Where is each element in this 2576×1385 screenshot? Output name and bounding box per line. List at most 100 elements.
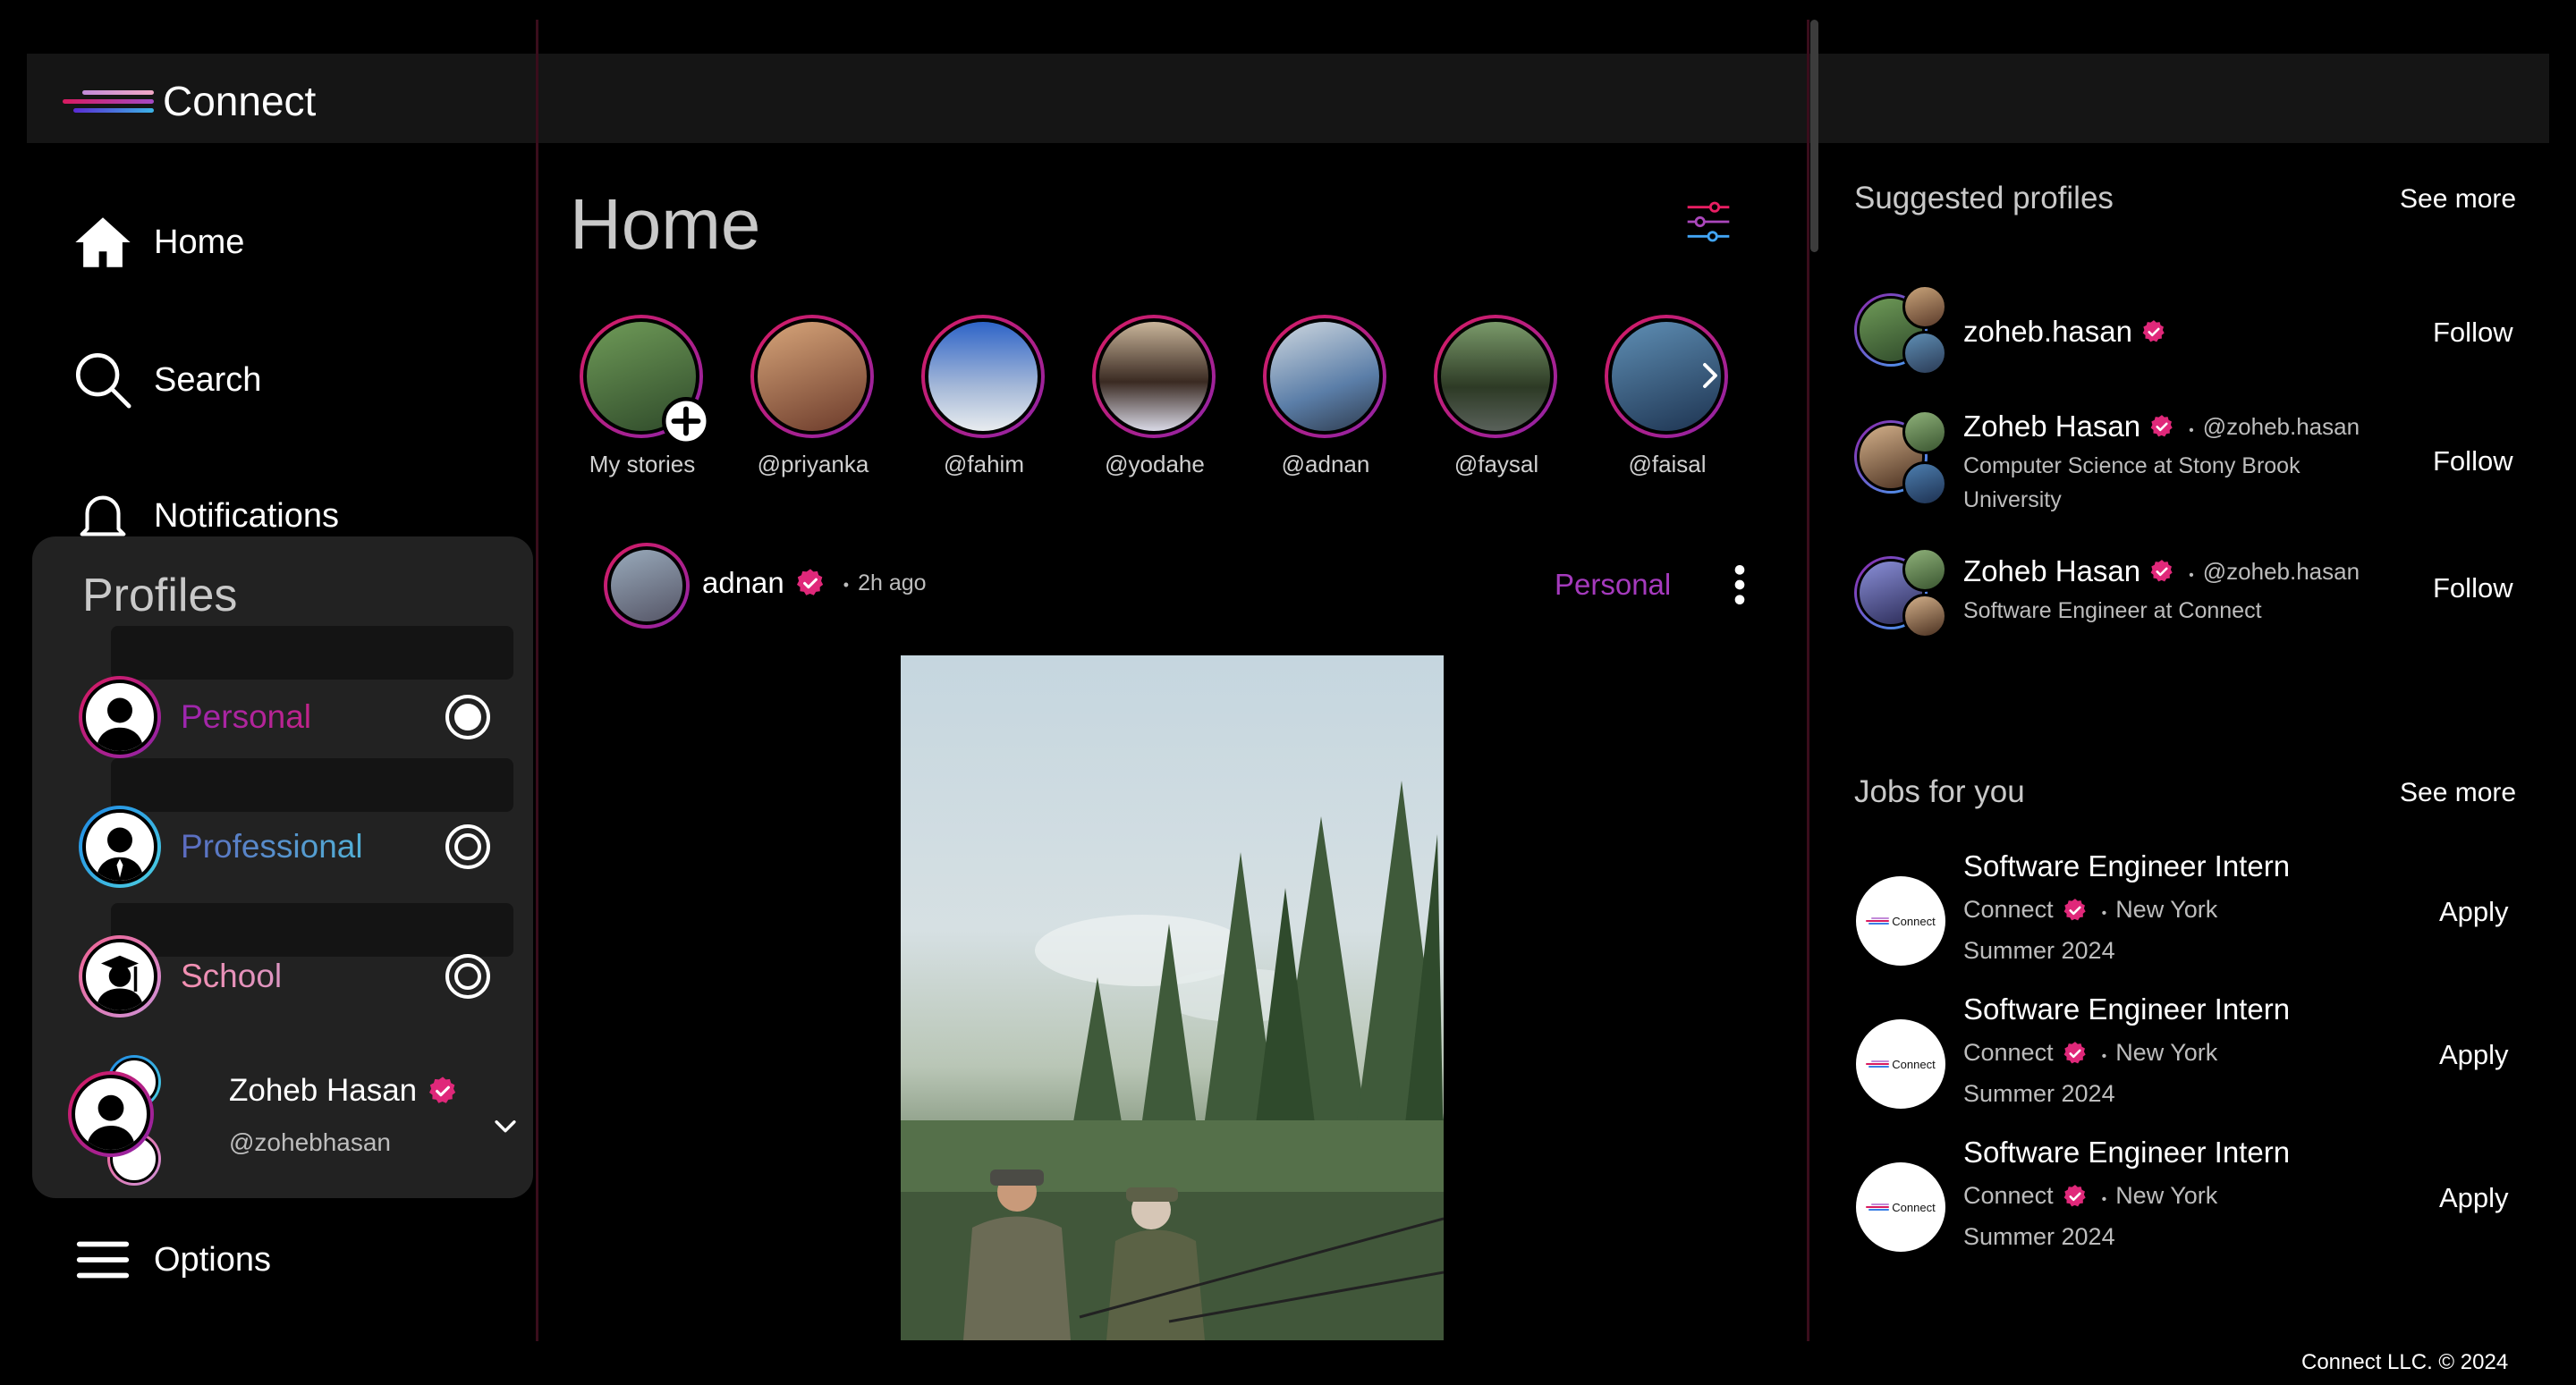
story-item[interactable]: @yodahe — [1092, 315, 1217, 478]
nav-home-label: Home — [154, 223, 245, 261]
profile-option-professional[interactable]: Professional — [79, 802, 490, 891]
verified-icon — [2149, 559, 2174, 584]
story-avatar — [750, 315, 874, 438]
apply-button[interactable]: Apply — [2439, 896, 2509, 928]
verified-icon — [2063, 898, 2088, 923]
story-handle: My stories — [589, 451, 696, 477]
suggested-profile-row[interactable]: zoheb.hasan Follow — [1854, 284, 2516, 383]
main-scrollbar[interactable] — [1810, 20, 1818, 252]
personal-avatar-icon — [79, 676, 161, 758]
profile-label: Personal — [181, 698, 445, 736]
right-divider — [1807, 20, 1809, 1341]
suggested-name: zoheb.hasan — [1963, 315, 2166, 349]
chevron-right-icon[interactable] — [1694, 358, 1726, 393]
follow-button[interactable]: Follow — [2433, 317, 2513, 349]
suggested-profile-row[interactable]: Zoheb Hasan @zoheb.hasan Software Engine… — [1854, 547, 2516, 646]
app-logo[interactable]: Connect — [63, 77, 316, 125]
chevron-down-icon[interactable] — [490, 1111, 521, 1141]
suggested-avatar — [1854, 547, 1953, 646]
suggested-profile-row[interactable]: Zoheb Hasan @zoheb.hasan Computer Scienc… — [1854, 410, 2516, 526]
more-options-icon[interactable] — [1731, 562, 1749, 607]
obscured-nav-item — [111, 626, 513, 680]
story-item[interactable]: @faysal — [1434, 315, 1559, 478]
suggested-subtitle: Computer Science at Stony Brook Universi… — [1963, 453, 2301, 512]
company-logo: Connect — [1856, 876, 1945, 966]
radio-unselected[interactable] — [445, 824, 490, 869]
logo-mark-icon — [63, 83, 154, 119]
footer-copyright: Connect LLC. © 2024 — [2301, 1350, 2509, 1374]
story-item[interactable]: @priyanka — [750, 315, 876, 478]
profile-option-school[interactable]: School — [79, 932, 490, 1021]
post-author[interactable]: adnan 2h ago — [702, 566, 927, 600]
story-handle: @priyanka — [757, 451, 869, 477]
suggested-avatar — [1854, 410, 1953, 508]
suggested-avatar — [1854, 284, 1953, 383]
profiles-title: Profiles — [82, 570, 238, 621]
user-handle: @zohebhasan — [229, 1128, 392, 1156]
post-header: adnan 2h ago Personal — [604, 541, 1767, 630]
post-time: 2h ago — [843, 570, 926, 596]
post-avatar[interactable] — [604, 543, 690, 629]
nav-search[interactable]: Search — [72, 349, 261, 411]
story-handle: @faysal — [1453, 451, 1539, 477]
current-user[interactable]: Zoheb Hasan @zohebhasan — [68, 1055, 516, 1186]
post-image[interactable] — [901, 655, 1444, 1340]
story-item[interactable]: @adnan — [1263, 315, 1388, 478]
radio-selected[interactable] — [445, 695, 490, 739]
company-logo: Connect — [1856, 1162, 1945, 1252]
filter-sliders-icon[interactable] — [1683, 197, 1733, 247]
school-avatar-icon — [79, 935, 161, 1018]
profile-option-personal[interactable]: Personal — [79, 672, 490, 762]
suggested-name: Zoheb Hasan @zoheb.hasan — [1963, 554, 2360, 588]
story-item[interactable]: @fahim — [921, 315, 1046, 478]
radio-unselected[interactable] — [445, 954, 490, 999]
job-location: New York — [2102, 1039, 2217, 1067]
suggested-see-more-link[interactable]: See more — [2400, 184, 2516, 215]
job-term: Summer 2024 — [1963, 1223, 2115, 1250]
suggested-handle: @zoheb.hasan — [2189, 558, 2360, 586]
job-row[interactable]: Connect Software Engineer Intern Connect… — [1856, 992, 2518, 1127]
nav-notifications-label: Notifications — [154, 496, 339, 535]
apply-button[interactable]: Apply — [2439, 1182, 2509, 1214]
apply-button[interactable]: Apply — [2439, 1039, 2509, 1071]
user-avatar — [68, 1071, 154, 1157]
story-handle: @fahim — [944, 451, 1024, 477]
verified-icon — [2063, 1041, 2088, 1066]
story-handle: @faisal — [1628, 451, 1707, 477]
job-term: Summer 2024 — [1963, 1080, 2115, 1107]
professional-avatar-icon — [79, 806, 161, 888]
story-handle: @adnan — [1281, 451, 1370, 477]
job-row[interactable]: Connect Software Engineer Intern Connect… — [1856, 849, 2518, 984]
job-term: Summer 2024 — [1963, 937, 2115, 964]
profile-label: Professional — [181, 828, 445, 866]
suggested-name: Zoheb Hasan @zoheb.hasan — [1963, 410, 2360, 443]
job-title: Software Engineer Intern — [1963, 992, 2291, 1026]
user-name: Zoheb Hasan — [229, 1073, 458, 1109]
jobs-title: Jobs for you — [1854, 774, 2025, 809]
story-item[interactable]: @faisal — [1605, 315, 1730, 478]
menu-icon — [76, 1241, 130, 1279]
nav-search-label: Search — [154, 360, 262, 399]
home-icon — [75, 217, 131, 267]
app-name: Connect — [163, 78, 317, 124]
nav-options[interactable]: Options — [72, 1229, 271, 1291]
left-divider — [536, 20, 538, 1341]
story-item-my-stories[interactable]: My stories — [580, 315, 710, 478]
job-location: New York — [2102, 1182, 2217, 1210]
verified-icon — [2141, 319, 2166, 344]
verified-icon — [428, 1076, 458, 1106]
verified-icon — [2063, 1184, 2088, 1209]
job-company: Connect New York — [1963, 1182, 2217, 1210]
job-row[interactable]: Connect Software Engineer Intern Connect… — [1856, 1136, 2518, 1270]
follow-button[interactable]: Follow — [2433, 572, 2513, 604]
add-story-icon[interactable] — [662, 397, 710, 445]
job-company: Connect New York — [1963, 1039, 2217, 1067]
story-handle: @yodahe — [1105, 451, 1205, 477]
follow-button[interactable]: Follow — [2433, 445, 2513, 477]
nav-home[interactable]: Home — [72, 211, 244, 274]
search-icon — [75, 352, 131, 409]
nav-options-label: Options — [154, 1240, 271, 1279]
company-logo: Connect — [1856, 1019, 1945, 1109]
job-company: Connect New York — [1963, 896, 2217, 924]
jobs-see-more-link[interactable]: See more — [2400, 778, 2516, 808]
